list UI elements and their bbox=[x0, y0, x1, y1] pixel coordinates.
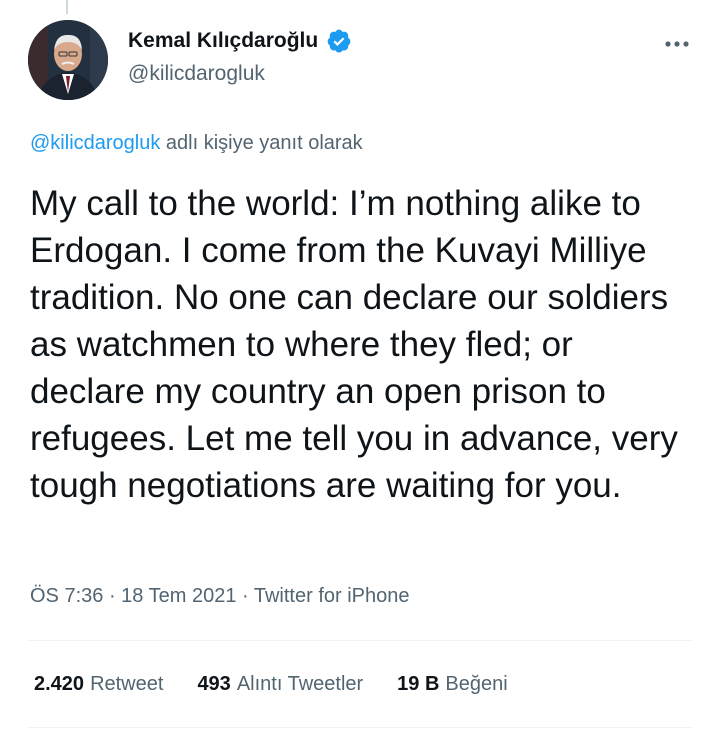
reply-mention-link[interactable]: @kilicdarogluk bbox=[30, 132, 160, 154]
retweets-stat[interactable]: 2.420 Retweet bbox=[34, 673, 163, 696]
author-name-row[interactable]: Kemal Kılıçdaroğlu bbox=[128, 28, 352, 54]
likes-count: 19 B bbox=[397, 673, 440, 695]
author-display-name[interactable]: Kemal Kılıçdaroğlu bbox=[128, 29, 318, 53]
tweet-meta: ÖS 7:36 · 18 Tem 2021 · Twitter for iPho… bbox=[30, 585, 410, 608]
retweets-count: 2.420 bbox=[34, 673, 85, 695]
tweet-stats: 2.420 Retweet 493 Alıntı Tweetler 19 B B… bbox=[34, 673, 508, 696]
verified-badge-icon bbox=[326, 28, 352, 54]
likes-stat[interactable]: 19 B Beğeni bbox=[397, 673, 508, 696]
meta-separator: · bbox=[236, 585, 254, 607]
quote-tweets-stat[interactable]: 493 Alıntı Tweetler bbox=[197, 673, 363, 696]
tweet-source[interactable]: Twitter for iPhone bbox=[254, 585, 410, 607]
tweet-text: My call to the world: I’m nothing alike … bbox=[30, 184, 678, 505]
divider bbox=[28, 640, 692, 641]
more-horizontal-icon[interactable] bbox=[664, 28, 690, 54]
reply-context-suffix: adlı kişiye yanıt olarak bbox=[160, 132, 363, 154]
tweet-date[interactable]: 18 Tem 2021 bbox=[121, 585, 236, 607]
retweets-label: Retweet bbox=[90, 673, 164, 695]
author-handle[interactable]: @kilicdarogluk bbox=[128, 62, 265, 86]
tweet-time[interactable]: ÖS 7:36 bbox=[30, 585, 103, 607]
meta-separator: · bbox=[103, 585, 122, 607]
avatar[interactable] bbox=[28, 20, 108, 100]
reply-context: @kilicdarogluk adlı kişiye yanıt olarak bbox=[30, 132, 363, 155]
thread-connector-line bbox=[66, 0, 68, 14]
likes-label: Beğeni bbox=[445, 673, 508, 695]
quote-tweets-count: 493 bbox=[197, 673, 231, 695]
avatar-image bbox=[28, 20, 108, 100]
divider bbox=[28, 727, 692, 728]
quote-tweets-label: Alıntı Tweetler bbox=[236, 673, 364, 695]
